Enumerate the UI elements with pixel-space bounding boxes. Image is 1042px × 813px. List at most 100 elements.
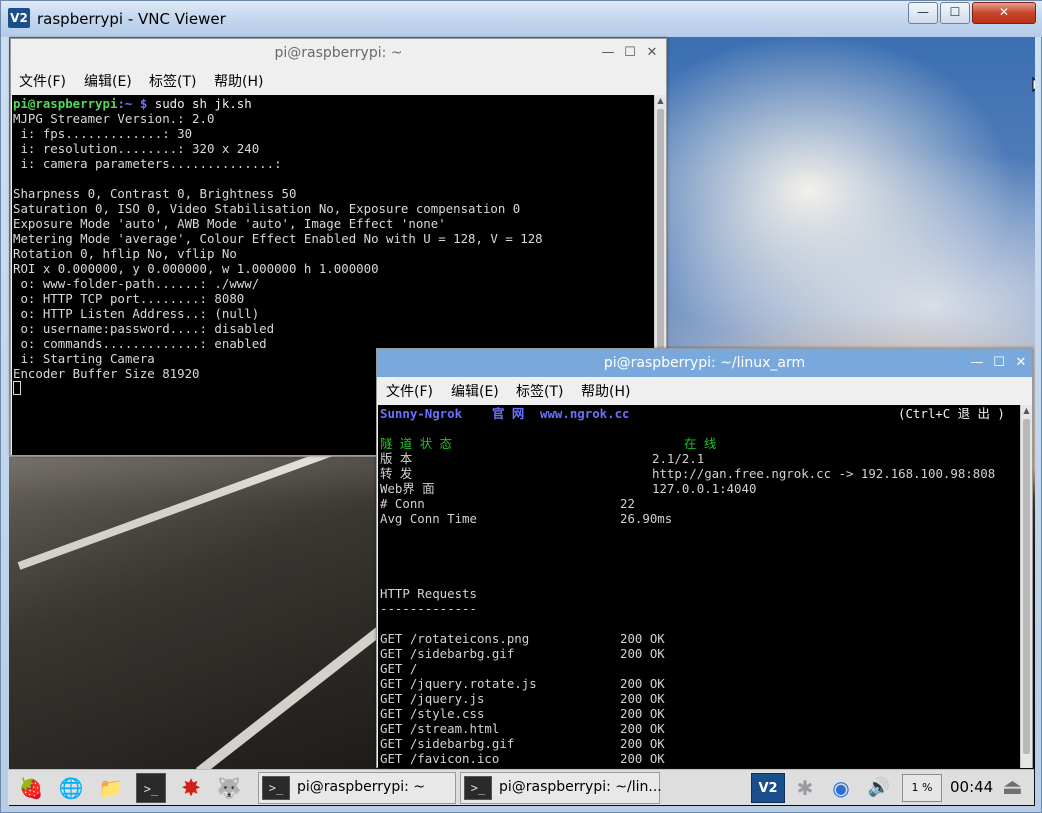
- terminal-line: o: HTTP Listen Address..: (null): [13, 306, 260, 321]
- prompt-line: pi@raspberrypi:~ $ sudo sh jk.sh: [13, 96, 653, 111]
- eject-icon[interactable]: ⏏: [1002, 775, 1023, 800]
- terminal-line: Metering Mode 'average', Colour Effect E…: [13, 231, 543, 246]
- vnc-minimize-button[interactable]: —: [908, 2, 938, 24]
- menu-tabs[interactable]: 标签(T): [516, 381, 563, 401]
- vnc-window-title: raspberrypi - VNC Viewer: [37, 10, 226, 28]
- menu-edit[interactable]: 编辑(E): [84, 71, 132, 91]
- task-terminal-home[interactable]: >_ pi@raspberrypi: ~: [258, 772, 456, 804]
- info-label: 转 发: [380, 466, 413, 481]
- terminal-line: o: www-folder-path......: ./www/: [13, 276, 260, 291]
- vnc-server-icon[interactable]: V2: [751, 773, 785, 803]
- info-value: http://gan.free.ngrok.cc -> 192.168.100.…: [652, 466, 996, 481]
- scroll-up-icon[interactable]: ▲: [655, 95, 666, 107]
- bluetooth-icon[interactable]: ✱: [790, 773, 820, 803]
- clock[interactable]: 00:44: [950, 778, 993, 796]
- request-status: 200 OK: [620, 631, 665, 646]
- info-row: 转 发 http://gan.free.ngrok.cc -> 192.168.1…: [380, 466, 1018, 481]
- info-label: Avg Conn Time: [380, 511, 477, 526]
- close-icon[interactable]: ✕: [642, 39, 662, 67]
- vnc-logo-icon: V2: [8, 8, 30, 28]
- terminal-line: Saturation 0, ISO 0, Video Stabilisation…: [13, 201, 521, 216]
- terminal-line: i: fps.............: 30: [13, 126, 193, 141]
- close-icon[interactable]: ✕: [1011, 349, 1031, 377]
- menu-tabs[interactable]: 标签(T): [149, 71, 196, 91]
- menu-file[interactable]: 文件(F): [19, 71, 66, 91]
- info-value: 22: [620, 496, 635, 511]
- request-status: 200 OK: [620, 646, 665, 661]
- terminal-menubar: 文件(F) 编辑(E) 标签(T) 帮助(H): [11, 67, 666, 93]
- menu-edit[interactable]: 编辑(E): [451, 381, 499, 401]
- ngrok-site-url[interactable]: www.ngrok.cc: [540, 406, 630, 421]
- cpu-monitor[interactable]: 1 %: [902, 774, 942, 802]
- request-row: GET /jquery.js 200 OK: [380, 691, 1018, 706]
- vnc-close-button[interactable]: ✕: [972, 2, 1036, 24]
- terminal-output-lines: MJPG Streamer Version.: 2.0 i: fps......…: [13, 111, 653, 381]
- scroll-up-icon[interactable]: ▲: [1021, 405, 1032, 417]
- terminal-scrollbar[interactable]: ▲: [1020, 405, 1032, 768]
- terminal-cursor: [13, 381, 21, 395]
- request-status: 200 OK: [620, 691, 665, 706]
- info-row: # Conn 22: [380, 496, 1018, 511]
- terminal-icon[interactable]: >_: [136, 773, 166, 803]
- request-status: 200 OK: [620, 676, 665, 691]
- request-list: GET /rotateicons.png 200 OK GET /sidebarbg…: [380, 631, 1018, 766]
- terminal-window-linux-arm[interactable]: pi@raspberrypi: ~/linux_arm — ☐ ✕ 文件(F) …: [376, 348, 1033, 768]
- request-row: GET /sidebarbg.gif 200 OK: [380, 736, 1018, 751]
- info-row: Web界 面 127.0.0.1:4040: [380, 481, 1018, 496]
- maximize-icon[interactable]: ☐: [620, 39, 640, 67]
- terminal-line: i: camera parameters..............:: [13, 156, 282, 171]
- requests-rule: -------------: [380, 601, 477, 616]
- volume-icon[interactable]: 🔊: [864, 773, 894, 803]
- request-path: GET /stream.html: [380, 721, 500, 736]
- ngrok-output[interactable]: Sunny-Ngrok 官 网 www.ngrok.cc (Ctrl+C 退 出 ) 隧…: [378, 405, 1020, 768]
- info-value: 26.90ms: [620, 511, 673, 526]
- request-path: GET /style.css: [380, 706, 485, 721]
- mathematica-icon[interactable]: ✸: [176, 773, 206, 803]
- info-row: Avg Conn Time 26.90ms: [380, 511, 1018, 526]
- request-path: GET /jquery.js: [380, 691, 485, 706]
- terminal-title: pi@raspberrypi: ~/linux_arm: [603, 355, 806, 371]
- taskbar: 🍓 🌐 📁 >_ ✸ 🐺 >_ pi@raspberrypi: ~ >_ pi@raspb…: [8, 769, 1034, 805]
- terminal-line: Rotation 0, hflip No, vflip No: [13, 246, 237, 261]
- minimize-icon[interactable]: —: [967, 349, 987, 377]
- maximize-icon[interactable]: ☐: [989, 349, 1009, 377]
- raspberry-menu-icon[interactable]: 🍓: [16, 773, 46, 803]
- vnc-titlebar[interactable]: V2 raspberrypi - VNC Viewer — ☐ ✕: [1, 1, 1042, 37]
- request-path: GET /favicon.ico: [380, 751, 500, 766]
- ngrok-site-label: 官 网: [492, 406, 525, 421]
- request-path: GET /sidebarbg.gif: [380, 646, 515, 661]
- request-row: GET /: [380, 661, 1018, 676]
- terminal-line: Sharpness 0, Contrast 0, Brightness 50: [13, 186, 297, 201]
- terminal-menubar: 文件(F) 编辑(E) 标签(T) 帮助(H): [377, 377, 1032, 403]
- terminal-line: o: username:password....: disabled: [13, 321, 275, 336]
- request-path: GET /jquery.rotate.js: [380, 676, 537, 691]
- vnc-maximize-button[interactable]: ☐: [940, 2, 970, 24]
- wifi-icon[interactable]: ◉: [826, 773, 856, 803]
- request-path: GET /sidebarbg.gif: [380, 736, 515, 751]
- menu-file[interactable]: 文件(F): [386, 381, 433, 401]
- prompt-user: pi@raspberrypi: [13, 96, 118, 111]
- menu-help[interactable]: 帮助(H): [214, 71, 263, 91]
- ngrok-info-rows: 版 本 2.1/2.1 转 发 http://gan.free.ngrok.cc ->…: [380, 451, 1018, 526]
- web-browser-icon[interactable]: 🌐: [56, 773, 86, 803]
- terminal-icon: >_: [262, 776, 290, 800]
- terminal-titlebar[interactable]: pi@raspberrypi: ~/linux_arm — ☐ ✕: [377, 349, 1032, 377]
- request-status: 200 OK: [620, 706, 665, 721]
- terminal-icon: >_: [464, 776, 492, 800]
- minimize-icon[interactable]: —: [598, 39, 618, 67]
- ngrok-exit-hint: (Ctrl+C 退 出 ): [898, 406, 1005, 421]
- menu-help[interactable]: 帮助(H): [581, 381, 630, 401]
- terminal-line: MJPG Streamer Version.: 2.0: [13, 111, 215, 126]
- wolfram-icon[interactable]: 🐺: [214, 773, 244, 803]
- terminal-title: pi@raspberrypi: ~: [274, 45, 403, 61]
- terminal-titlebar[interactable]: pi@raspberrypi: ~ — ☐ ✕: [11, 39, 666, 67]
- request-status: 200 OK: [620, 721, 665, 736]
- request-status: 200 OK: [620, 736, 665, 751]
- request-path: GET /: [380, 661, 418, 676]
- task-terminal-linux-arm[interactable]: >_ pi@raspberrypi: ~/lin...: [460, 772, 662, 804]
- scroll-thumb[interactable]: [1023, 419, 1030, 754]
- ngrok-header: Sunny-Ngrok 官 网 www.ngrok.cc (Ctrl+C 退 出 ): [380, 406, 1018, 421]
- terminal-line: i: resolution........: 320 x 240: [13, 141, 260, 156]
- file-manager-icon[interactable]: 📁: [96, 773, 126, 803]
